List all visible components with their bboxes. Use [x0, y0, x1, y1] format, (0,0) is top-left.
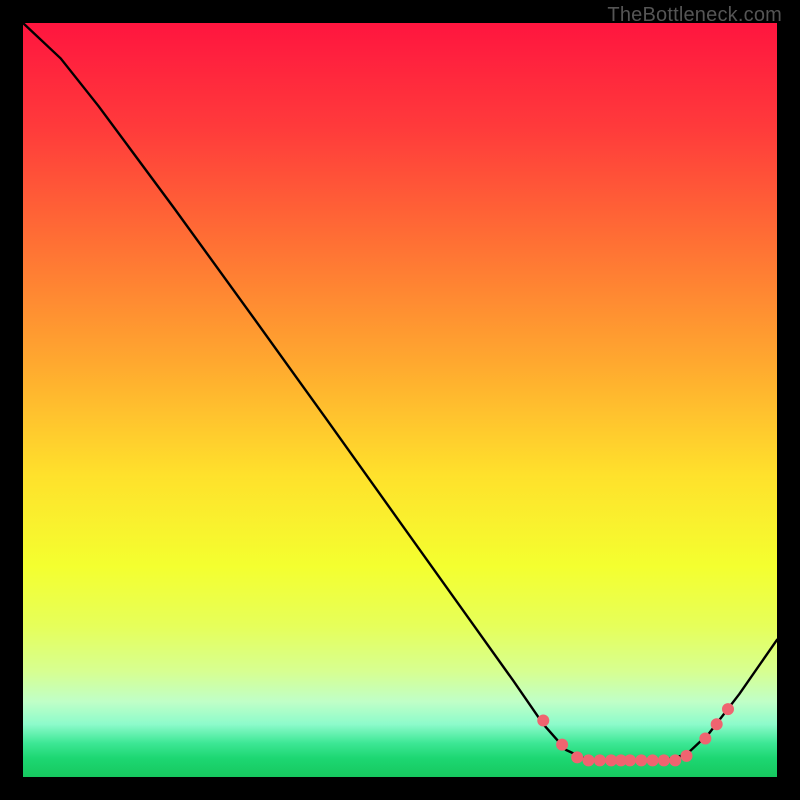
highlight-dot	[722, 703, 734, 715]
highlight-dot	[647, 754, 659, 766]
highlight-dot	[624, 754, 636, 766]
highlight-dot	[594, 754, 606, 766]
highlight-dot	[556, 739, 568, 751]
highlight-dot	[583, 754, 595, 766]
highlight-dot	[669, 754, 681, 766]
chart-container: TheBottleneck.com	[0, 0, 800, 800]
highlight-dot	[635, 754, 647, 766]
chart-background	[23, 23, 777, 777]
highlight-dot	[658, 754, 670, 766]
highlight-dot	[699, 733, 711, 745]
highlight-dot	[571, 751, 583, 763]
highlight-dot	[681, 750, 693, 762]
highlight-dot	[711, 718, 723, 730]
highlight-dot	[537, 714, 549, 726]
chart-svg	[0, 0, 800, 800]
attribution-text: TheBottleneck.com	[607, 4, 782, 27]
